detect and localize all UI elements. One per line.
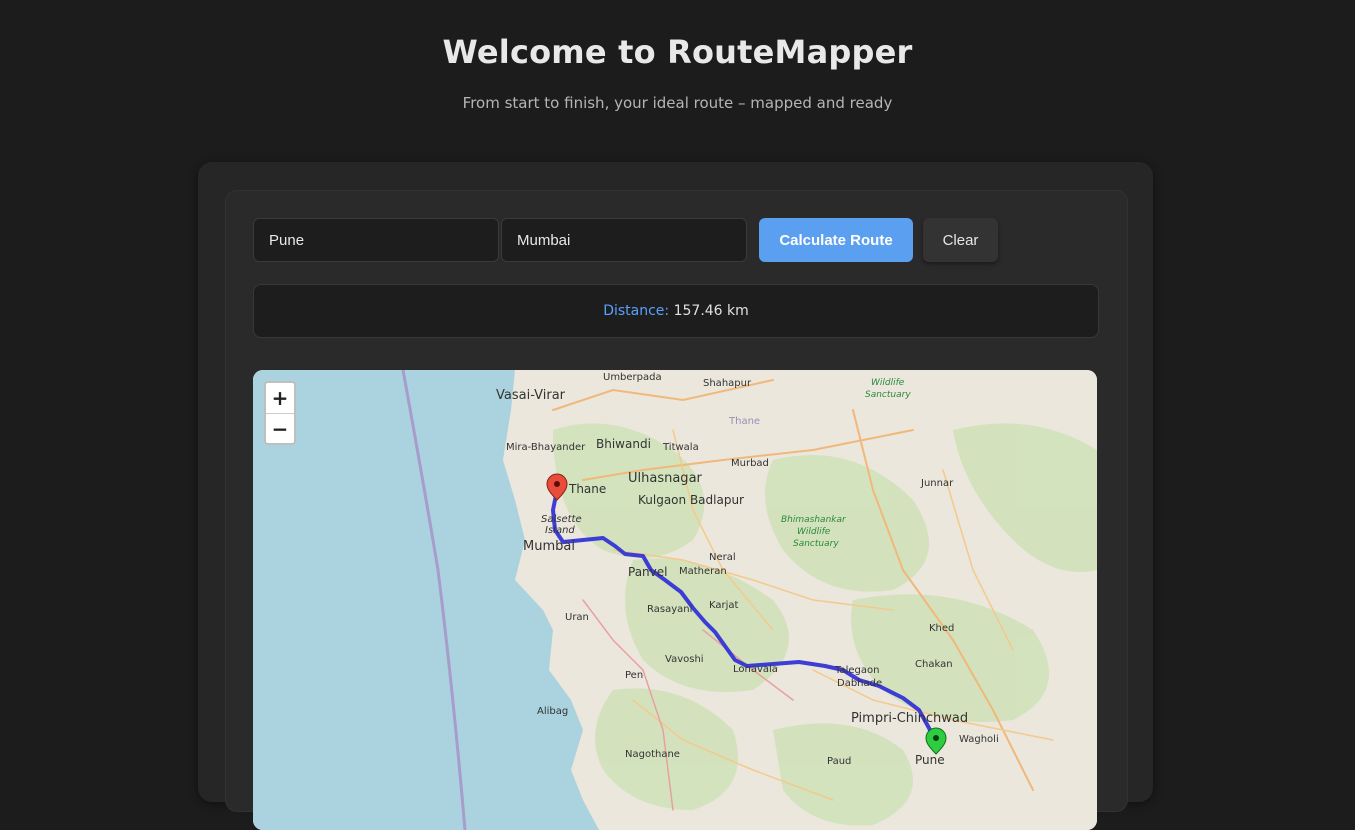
- place-label: Mumbai: [523, 539, 575, 554]
- place-label: Vasai-Virar: [496, 388, 566, 403]
- place-label: Pen: [625, 670, 643, 681]
- place-label: Vavoshi: [665, 654, 704, 665]
- place-label: Neral: [709, 552, 736, 563]
- place-label: Thane: [728, 416, 760, 427]
- place-label: Wagholi: [959, 734, 999, 745]
- place-label: Paud: [827, 756, 851, 767]
- place-label: Rasayani: [647, 604, 692, 615]
- place-label: Matheran: [679, 566, 727, 577]
- distance-value: 157.46 km: [673, 303, 749, 319]
- place-label: Junnar: [920, 478, 954, 489]
- place-label: Lonavala: [733, 664, 778, 675]
- place-label: Alibag: [537, 706, 568, 717]
- place-label: Murbad: [731, 458, 769, 469]
- place-label: Umberpada: [603, 372, 662, 383]
- park-label: Sanctuary: [793, 539, 839, 549]
- place-label: Khed: [929, 623, 954, 634]
- zoom-out-button[interactable]: −: [266, 414, 294, 444]
- place-label: Nagothane: [625, 749, 680, 760]
- place-label: Thane: [568, 482, 606, 496]
- park-label: Wildlife: [797, 527, 831, 537]
- clear-button[interactable]: Clear: [923, 218, 998, 262]
- place-label: Pune: [915, 753, 945, 767]
- place-label: Titwala: [662, 442, 699, 453]
- route-panel: Calculate Route Clear Distance: 157.46 k…: [225, 190, 1128, 830]
- calculate-route-button[interactable]: Calculate Route: [759, 218, 913, 262]
- place-label: Talegaon: [834, 665, 879, 676]
- place-label: Bhiwandi: [596, 437, 651, 451]
- place-label: Island: [545, 525, 575, 536]
- place-label: Ulhasnagar: [628, 471, 703, 486]
- distance-label: Distance:: [603, 303, 670, 319]
- page-title: Welcome to RouteMapper: [442, 33, 913, 71]
- park-label: Sanctuary: [865, 390, 911, 400]
- park-label: Bhimashankar: [781, 515, 847, 525]
- map-canvas[interactable]: Umberpada Shahapur Vasai-Virar Mira-Bhay…: [253, 370, 1097, 830]
- place-label: Karjat: [709, 600, 739, 611]
- park-label: Wildlife: [871, 378, 905, 388]
- place-label: Uran: [565, 612, 589, 623]
- distance-result: Distance: 157.46 km: [253, 284, 1099, 338]
- place-label: Shahapur: [703, 378, 752, 389]
- place-label: Pimpri-Chinchwad: [851, 711, 968, 726]
- start-location-input[interactable]: [253, 218, 499, 262]
- place-label: Salsette: [541, 514, 582, 525]
- place-label: Panvel: [628, 565, 667, 579]
- place-label: Mira-Bhayander: [506, 442, 586, 453]
- place-label: Chakan: [915, 659, 953, 670]
- place-label: Kulgaon Badlapur: [638, 493, 744, 507]
- page-subtitle: From start to finish, your ideal route –…: [462, 94, 893, 112]
- zoom-control: + −: [264, 381, 296, 445]
- place-label: Dabhade: [837, 678, 882, 689]
- zoom-in-button[interactable]: +: [266, 383, 294, 414]
- route-map[interactable]: Umberpada Shahapur Vasai-Virar Mira-Bhay…: [253, 370, 1097, 830]
- app-card: Calculate Route Clear Distance: 157.46 k…: [198, 162, 1153, 830]
- end-location-input[interactable]: [501, 218, 747, 262]
